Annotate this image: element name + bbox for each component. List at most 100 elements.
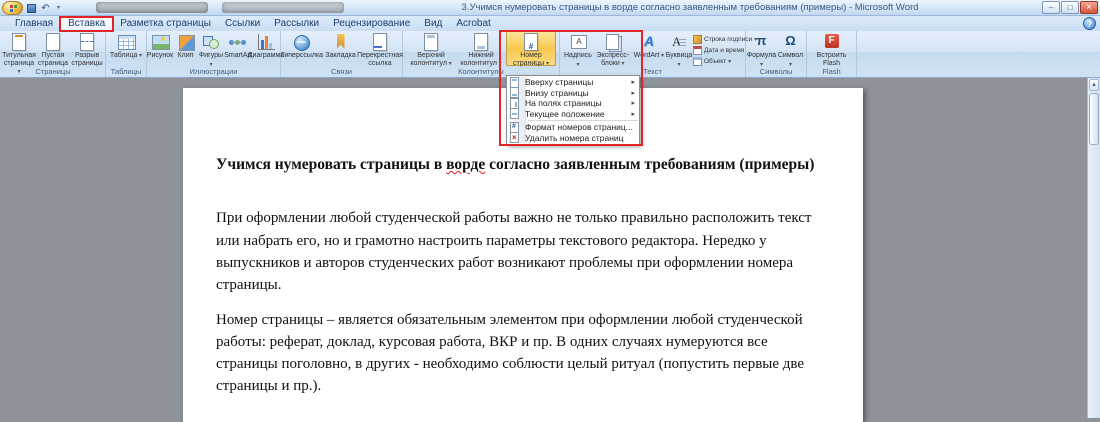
group-illustrations-body: Рисунок Клип Фигуры SmartArt Диаграмма <box>147 31 280 66</box>
menu-item-top-of-page[interactable]: Вверху страницы <box>508 77 638 88</box>
cross-reference-label: Перекрестная ссылка <box>357 52 403 67</box>
cross-reference-icon <box>370 33 390 51</box>
group-symbols: Формула Символ Символы <box>746 31 807 77</box>
tab-page-layout[interactable]: Разметка страницы <box>113 16 218 31</box>
blank-page-button[interactable]: Пустая страница <box>36 31 70 66</box>
textbox-button[interactable]: Надпись <box>563 31 593 66</box>
object-label: Объект <box>704 58 726 65</box>
tab-mailings[interactable]: Рассылки <box>267 16 326 31</box>
header-label: Верхний колонтитул <box>407 52 455 68</box>
misspelled-word: ворде <box>446 156 485 173</box>
table-label: Таблица <box>110 52 142 61</box>
wordart-button[interactable]: WordArt <box>633 31 665 66</box>
scroll-up-icon[interactable] <box>1089 79 1099 91</box>
blank-page-label: Пустая страница <box>37 52 69 67</box>
quick-access-dropdown-icon[interactable] <box>55 3 62 14</box>
menu-item-remove-page-numbers[interactable]: Удалить номера страниц <box>508 133 638 144</box>
shapes-icon <box>201 33 221 51</box>
page-top-icon <box>510 77 519 88</box>
group-flash-body: Встроить Flash <box>807 31 856 66</box>
blank-page-icon <box>43 33 63 51</box>
menu-item-bottom-of-page[interactable]: Внизу страницы <box>508 88 638 99</box>
maximize-button[interactable] <box>1061 1 1079 14</box>
flash-icon <box>822 33 842 51</box>
save-icon[interactable] <box>27 4 36 13</box>
group-pages: Титульная страница Пустая страница Разры… <box>1 31 106 77</box>
bookmark-icon <box>331 33 351 51</box>
object-button[interactable]: Объект <box>693 56 745 66</box>
page-bottom-icon <box>510 87 519 98</box>
date-time-button[interactable]: Дата и время <box>693 45 745 55</box>
footer-label: Нижний колонтитул <box>457 52 505 68</box>
group-label-symbols: Символы <box>746 67 806 77</box>
hyperlink-button[interactable]: Гиперссылка <box>281 31 323 66</box>
bookmark-button[interactable]: Закладка <box>323 31 358 66</box>
window-controls <box>1042 1 1098 14</box>
tab-home[interactable]: Главная <box>8 16 60 31</box>
help-icon[interactable] <box>1083 17 1096 30</box>
menu-item-label: Удалить номера страниц <box>525 133 635 143</box>
wordart-icon <box>639 33 659 51</box>
undo-icon[interactable] <box>40 3 51 14</box>
page-break-icon <box>77 33 97 51</box>
shapes-button[interactable]: Фигуры <box>198 31 224 66</box>
header-button[interactable]: Верхний колонтитул <box>406 31 456 66</box>
menu-separator <box>528 120 638 121</box>
group-tables: Таблица Таблицы <box>106 31 147 77</box>
tab-acrobat[interactable]: Acrobat <box>449 16 497 31</box>
office-button[interactable] <box>2 1 23 15</box>
window-title: 3.Учимся нумеровать страницы в ворде сог… <box>350 2 1030 13</box>
menu-item-current-position[interactable]: Текущее положение <box>508 109 638 120</box>
quick-parts-button[interactable]: Экспресс-блоки <box>593 31 633 66</box>
title-page-button[interactable]: Титульная страница <box>2 31 36 66</box>
minimize-button[interactable] <box>1042 1 1060 14</box>
group-tables-body: Таблица <box>106 31 146 66</box>
hyperlink-label: Гиперссылка <box>281 52 323 60</box>
picture-button[interactable]: Рисунок <box>147 31 173 66</box>
footer-icon <box>471 33 491 51</box>
equation-icon <box>752 33 772 51</box>
heading-text: согласно заявленным требованиям (примеры… <box>485 156 814 173</box>
current-position-icon <box>510 108 519 119</box>
page-number-button[interactable]: Номер страницы <box>506 31 556 66</box>
embed-flash-button[interactable]: Встроить Flash <box>809 31 854 66</box>
symbol-icon <box>781 33 801 51</box>
tab-review[interactable]: Рецензирование <box>326 16 417 31</box>
vertical-scrollbar[interactable] <box>1087 78 1100 418</box>
wordart-label: WordArt <box>634 52 664 61</box>
table-button[interactable]: Таблица <box>107 31 145 66</box>
equation-button[interactable]: Формула <box>747 31 776 66</box>
scrollbar-thumb[interactable] <box>1089 93 1099 145</box>
menu-item-page-margins[interactable]: На полях страницы <box>508 98 638 109</box>
menu-item-label: Текущее положение <box>525 109 629 119</box>
page-break-button[interactable]: Разрыв страницы <box>70 31 104 66</box>
close-button[interactable] <box>1080 1 1098 14</box>
clipart-icon <box>176 33 196 51</box>
object-icon <box>693 57 702 66</box>
ribbon-tabs: Главная Вставка Разметка страницы Ссылки… <box>8 16 498 31</box>
chart-icon <box>256 33 276 51</box>
footer-button[interactable]: Нижний колонтитул <box>456 31 506 66</box>
remove-page-numbers-icon <box>510 132 519 143</box>
document-heading: Учимся нумеровать страницы в ворде согла… <box>216 154 831 176</box>
tab-view[interactable]: Вид <box>417 16 449 31</box>
hyperlink-icon <box>292 33 312 51</box>
chart-button[interactable]: Диаграмма <box>252 31 280 66</box>
group-links: Гиперссылка Закладка Перекрестная ссылка… <box>281 31 403 77</box>
blurred-item <box>222 2 344 13</box>
signature-line-label: Строка подписи <box>704 36 752 43</box>
embed-flash-label: Встроить Flash <box>810 52 853 67</box>
picture-icon <box>150 33 170 51</box>
cross-reference-button[interactable]: Перекрестная ссылка <box>358 31 402 66</box>
title-bar: 3.Учимся нумеровать страницы в ворде сог… <box>0 0 1100 16</box>
tab-references[interactable]: Ссылки <box>218 16 267 31</box>
ribbon-tab-row: Главная Вставка Разметка страницы Ссылки… <box>0 16 1100 31</box>
tab-insert[interactable]: Вставка <box>60 16 113 31</box>
signature-line-button[interactable]: Строка подписи <box>693 34 745 44</box>
symbol-button[interactable]: Символ <box>776 31 805 66</box>
clipart-button[interactable]: Клип <box>173 31 198 66</box>
menu-item-format-page-numbers[interactable]: Формат номеров страниц... <box>508 122 638 133</box>
dropcap-button[interactable]: Буквица <box>665 31 693 66</box>
smartart-button[interactable]: SmartArt <box>224 31 252 66</box>
group-text-body: Надпись Экспресс-блоки WordArt Буквица С… <box>560 31 745 66</box>
